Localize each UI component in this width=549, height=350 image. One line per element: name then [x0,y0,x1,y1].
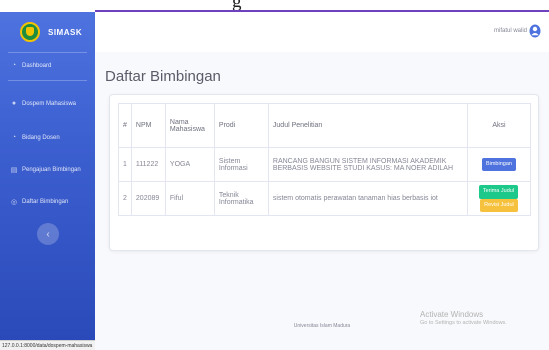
sidebar-item-dashboard[interactable]: ◔ Dashboard [0,62,95,69]
terima-judul-button[interactable]: Terima Judul [478,185,519,199]
npm-cell: 202089 [130,181,166,216]
sidebar-item-label: Daftar Bimbingan [22,199,69,205]
watermark-subtitle: Go to Settings to activate Windows. [420,320,507,326]
sidebar-toggle-button[interactable]: ‹ [37,223,59,245]
table-row: 1 111222 YOGA Sistem Informasi RANCANG B… [118,147,532,182]
brand-name: SIMASK [48,27,83,37]
column-header-prodi: Prodi [213,103,269,148]
watermark-title: Activate Windows [420,310,484,319]
university-logo [20,22,40,42]
sidebar-item-label: Pengajuan Bimbingan [22,167,81,173]
nama-cell: YOGA [164,147,215,182]
main-content: Daftar Bimbingan # NPM Nama Mahasiswa Pr… [95,52,549,350]
sidebar-divider [8,80,87,81]
aksi-cell: Terima JudulRevisi Judul [466,181,532,216]
column-header-aksi: Aksi [466,103,532,148]
browser-top-strip: g [0,0,549,12]
list-icon: ◎ [10,199,18,206]
sidebar-item-pengajuan-bimbingan[interactable]: ▤ Pengajuan Bimbingan [0,166,95,174]
sidebar: SIMASK ◔ Dashboard ● Dospem Mahasiswa ◔ … [0,12,95,350]
row-number: 2 [118,181,132,216]
judul-cell: RANCANG BANGUN SISTEM INFORMASI AKADEMIK… [267,147,468,182]
nama-cell: Fiful [164,181,215,216]
sidebar-item-daftar-bimbingan[interactable]: ◎ Daftar Bimbingan [0,198,95,206]
table-card: # NPM Nama Mahasiswa Prodi Judul Penelit… [109,94,539,251]
prodi-cell: Teknik Informatika [213,181,269,216]
bimbingan-button[interactable]: Bimbingan [481,157,516,172]
sidebar-divider [8,52,87,53]
page-title: Daftar Bimbingan [105,68,221,85]
sidebar-item-label: Bidang Dosen [22,134,60,141]
column-header-nama: Nama Mahasiswa [164,103,215,148]
user-circle-icon[interactable] [529,24,541,38]
users-icon: ● [11,100,17,107]
bimbingan-table: # NPM Nama Mahasiswa Prodi Judul Penelit… [118,103,532,216]
activate-windows-watermark: Activate Windows Go to Settings to activ… [420,310,507,326]
table-row: 2 202089 Fiful Teknik Informatika sistem… [118,181,532,216]
sidebar-item-label: Dashboard [22,62,52,69]
sidebar-item-label: Dospem Mahasiswa [22,100,77,107]
prodi-cell: Sistem Informasi [213,147,269,182]
chevron-left-icon: ‹ [46,228,50,240]
sidebar-item-dospem-mahasiswa[interactable]: ● Dospem Mahasiswa [0,100,95,107]
browser-status-url: 127.0.0.1:8000/data/dospem-mahasiswa [0,340,95,350]
sidebar-brand[interactable]: SIMASK [0,12,95,52]
dashboard-icon: ◔ [11,62,17,69]
aksi-cell: Bimbingan [466,147,532,182]
dashboard-icon: ◔ [11,134,17,141]
column-header-npm: NPM [130,103,166,148]
document-icon: ▤ [10,167,18,174]
topbar: mifatul walid [95,12,549,52]
sidebar-item-bidang-dosen[interactable]: ◔ Bidang Dosen [0,134,95,141]
column-header-no: # [118,103,132,148]
column-header-judul: Judul Penelitian [267,103,468,148]
revisi-judul-button[interactable]: Revisi Judul [480,198,518,212]
row-number: 1 [118,147,132,182]
table-header-row: # NPM Nama Mahasiswa Prodi Judul Penelit… [118,103,532,148]
npm-cell: 111222 [130,147,166,182]
judul-cell: sistem otomatis perawatan tanaman hias b… [267,181,468,216]
user-name[interactable]: mifatul walid [494,28,527,34]
